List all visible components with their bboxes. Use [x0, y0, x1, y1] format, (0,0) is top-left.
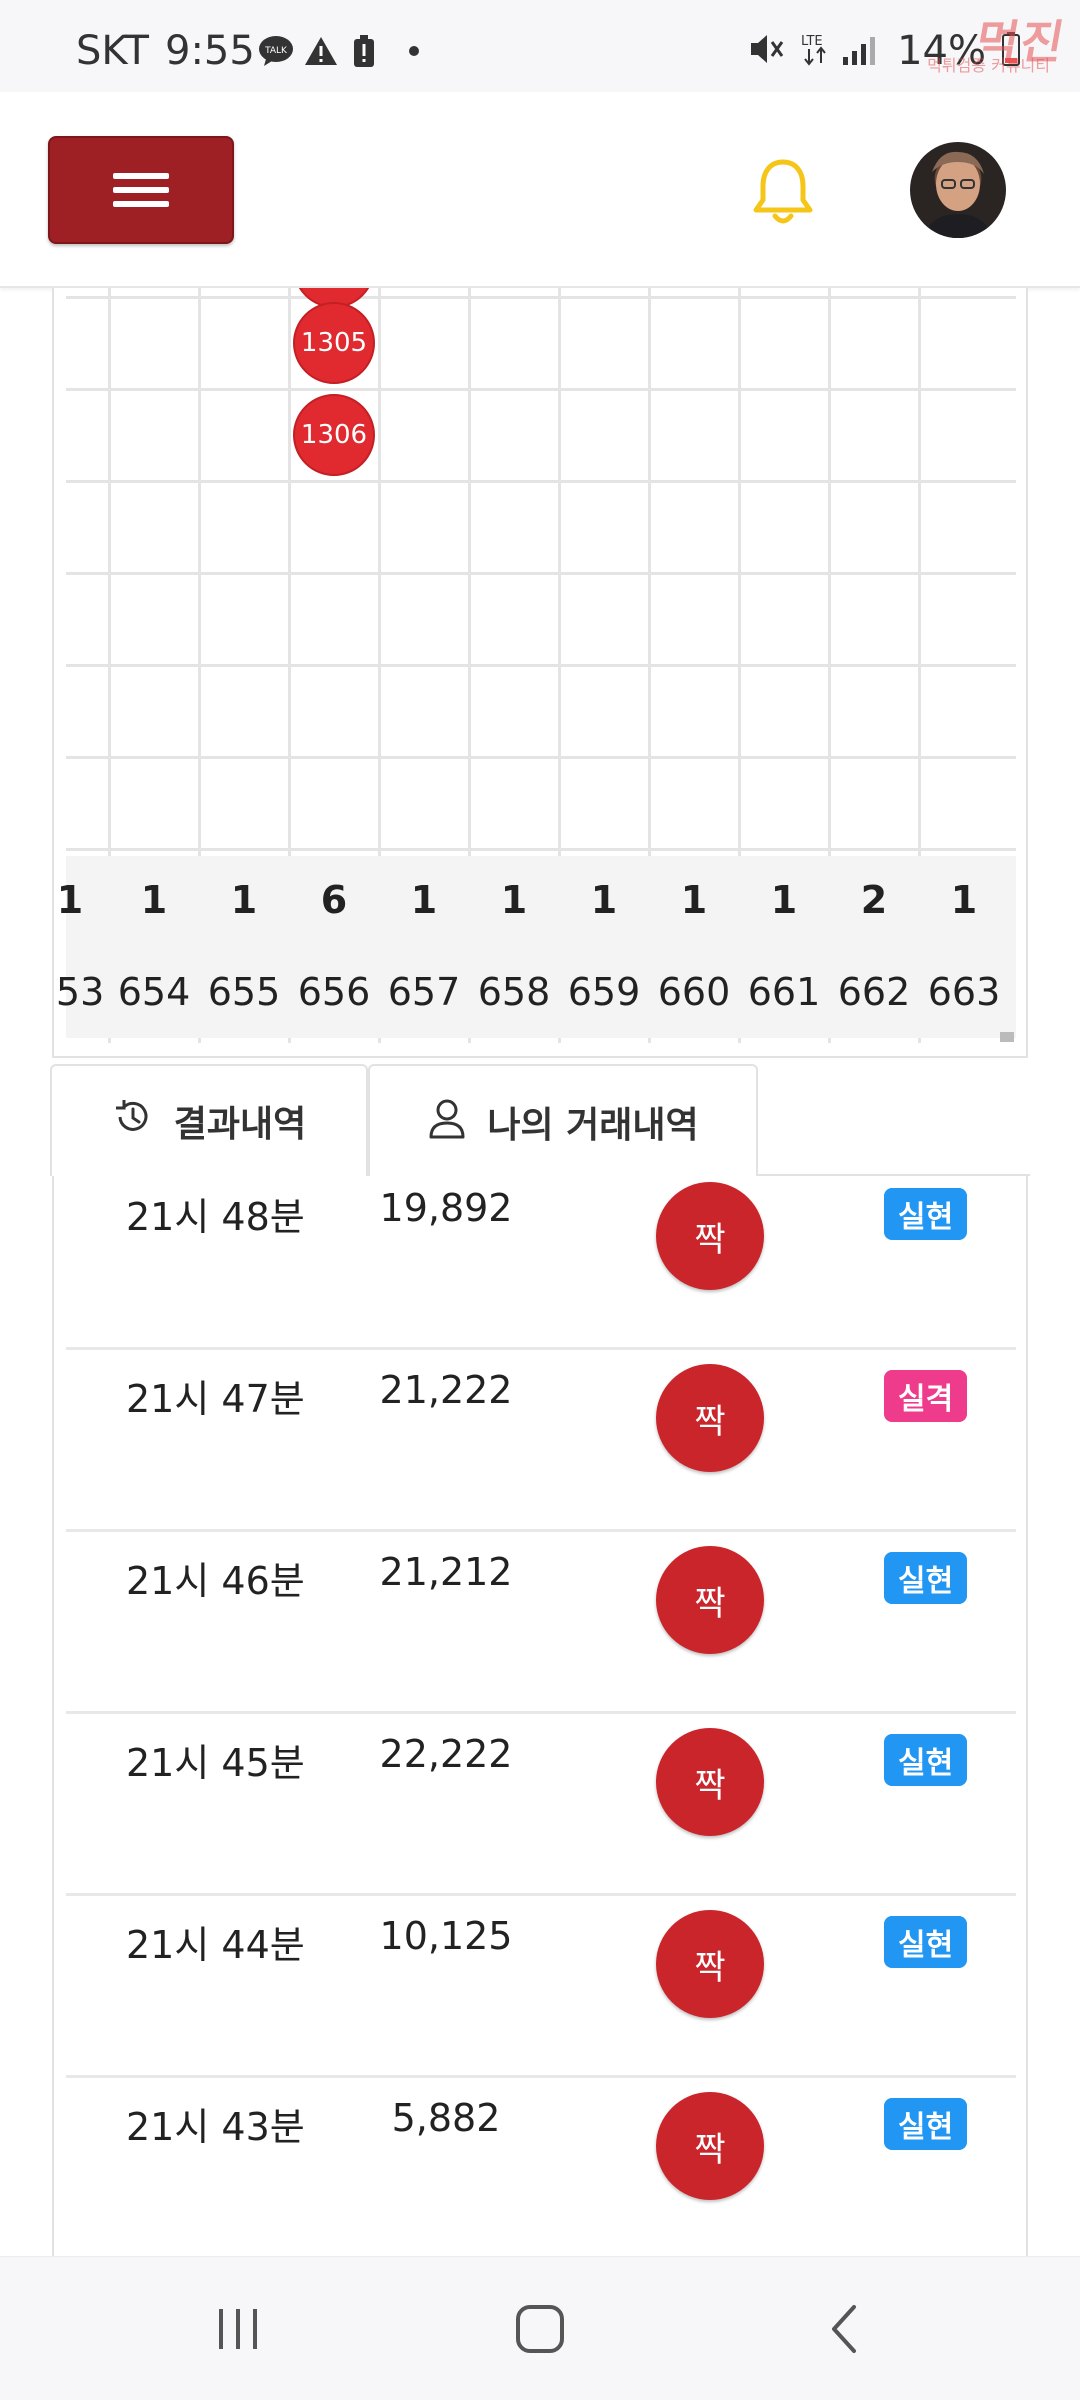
tab-my-transactions[interactable]: 나의 거래내역 [368, 1064, 758, 1178]
tab-my-transactions-label: 나의 거래내역 [487, 1105, 699, 1146]
round-number: 657 [387, 970, 461, 1014]
system-nav-bar [0, 2256, 1080, 2400]
recents-icon [219, 2309, 257, 2349]
back-button[interactable] [804, 2297, 884, 2361]
row-amount: 21,212 [379, 1550, 513, 1594]
tab-results[interactable]: 결과내역 [50, 1064, 368, 1176]
watermark-subtitle: 먹튀검증 커뮤니티 [927, 56, 1050, 75]
result-badge: 실현 [884, 1734, 968, 1786]
round-number: 653 [54, 970, 105, 1014]
column-count: 1 [590, 878, 618, 922]
avatar[interactable] [910, 142, 1006, 238]
row-time: 21시 43분 [126, 2105, 305, 2149]
result-badge: 실격 [884, 1370, 968, 1422]
home-button[interactable] [500, 2297, 580, 2361]
result-badge: 실현 [884, 1188, 968, 1240]
row-time: 21시 45분 [126, 1741, 305, 1785]
column-count: 6 [320, 878, 348, 922]
round-number: 655 [207, 970, 281, 1014]
clock: 9:55 [165, 28, 255, 74]
round-number: 658 [477, 970, 551, 1014]
more-dot-icon [408, 34, 420, 68]
user-icon [427, 1097, 467, 1148]
menu-button[interactable] [48, 136, 234, 244]
round-number: 661 [747, 970, 821, 1014]
column-count: 1 [770, 878, 798, 922]
result-badge: 실현 [884, 1916, 968, 1968]
table-row[interactable]: 21시 46분 21,212 짝 실현 [66, 1532, 1016, 1714]
svg-text:LTE: LTE [801, 34, 823, 49]
table-row[interactable]: 21시 43분 5,882 짝 실현 [66, 2078, 1016, 2256]
round-number: 663 [927, 970, 1001, 1014]
battery-alert-icon [352, 34, 376, 68]
result-ball: 1305 [293, 302, 375, 384]
lte-signal-icon: LTE [801, 31, 881, 71]
row-amount: 21,222 [379, 1368, 513, 1412]
column-count: 1 [140, 878, 168, 922]
tab-results-label: 결과내역 [173, 1104, 307, 1145]
count-row: 1 1 1 6 1 1 1 1 1 2 1 [57, 856, 1016, 948]
row-amount: 19,892 [379, 1186, 513, 1230]
column-count: 1 [950, 878, 978, 922]
pick-ball: 짝 [656, 1728, 764, 1836]
row-time: 21시 48분 [126, 1195, 305, 1239]
mute-icon [749, 32, 785, 70]
result-badge: 실현 [884, 2098, 968, 2150]
back-icon [832, 2305, 856, 2353]
warning-icon [304, 34, 338, 68]
pick-ball: 짝 [656, 1546, 764, 1654]
column-count: 1 [680, 878, 708, 922]
row-time: 21시 47분 [126, 1377, 305, 1421]
row-time: 21시 44분 [126, 1923, 305, 1967]
pick-ball: 짝 [656, 2092, 764, 2200]
pick-ball: 짝 [656, 1910, 764, 2018]
result-badge: 실현 [884, 1552, 968, 1604]
result-ball: 1306 [293, 394, 375, 476]
round-number-row: 653 654 655 656 657 658 659 660 661 662 … [54, 948, 1016, 1038]
hamburger-icon [113, 173, 169, 207]
table-row[interactable]: 21시 44분 10,125 짝 실현 [66, 1896, 1016, 2078]
transaction-list: 21시 48분 19,892 짝 실현 21시 47분 21,222 짝 실격 … [52, 1176, 1028, 2256]
column-count: 1 [410, 878, 438, 922]
bell-icon[interactable] [750, 156, 816, 228]
status-bar: SKT 9:55 TALK LTE 14% 먹진 먹튀검증 커뮤니티 [0, 0, 1080, 92]
round-number: 654 [117, 970, 191, 1014]
carrier-label: SKT [76, 28, 149, 74]
history-tabs: 결과내역 나의 거래내역 [50, 1062, 1030, 1178]
table-row[interactable]: 21시 48분 19,892 짝 실현 [66, 1176, 1016, 1350]
recents-button[interactable] [198, 2297, 278, 2361]
round-number: 662 [837, 970, 911, 1014]
svg-text:TALK: TALK [264, 46, 288, 56]
round-number: 659 [567, 970, 641, 1014]
round-number: 660 [657, 970, 731, 1014]
column-count: 1 [56, 878, 84, 922]
history-icon [112, 1096, 154, 1147]
row-amount: 22,222 [379, 1732, 513, 1776]
round-number: 656 [297, 970, 371, 1014]
row-amount: 5,882 [391, 2096, 501, 2140]
app-header [0, 92, 1080, 288]
table-row[interactable]: 21시 45분 22,222 짝 실현 [66, 1714, 1016, 1896]
scrollbar-handle[interactable] [1000, 1032, 1014, 1042]
column-count: 2 [860, 878, 888, 922]
home-icon [516, 2305, 564, 2353]
column-count: 1 [230, 878, 258, 922]
column-count: 1 [500, 878, 528, 922]
table-row[interactable]: 21시 47분 21,222 짝 실격 [66, 1350, 1016, 1532]
pick-ball: 짝 [656, 1364, 764, 1472]
result-board: 1305 1306 1 1 1 6 1 1 1 1 1 2 1 653 654 … [52, 288, 1028, 1058]
pick-ball: 짝 [656, 1182, 764, 1290]
row-time: 21시 46분 [126, 1559, 305, 1603]
talk-icon: TALK [258, 34, 294, 68]
row-amount: 10,125 [379, 1914, 513, 1958]
